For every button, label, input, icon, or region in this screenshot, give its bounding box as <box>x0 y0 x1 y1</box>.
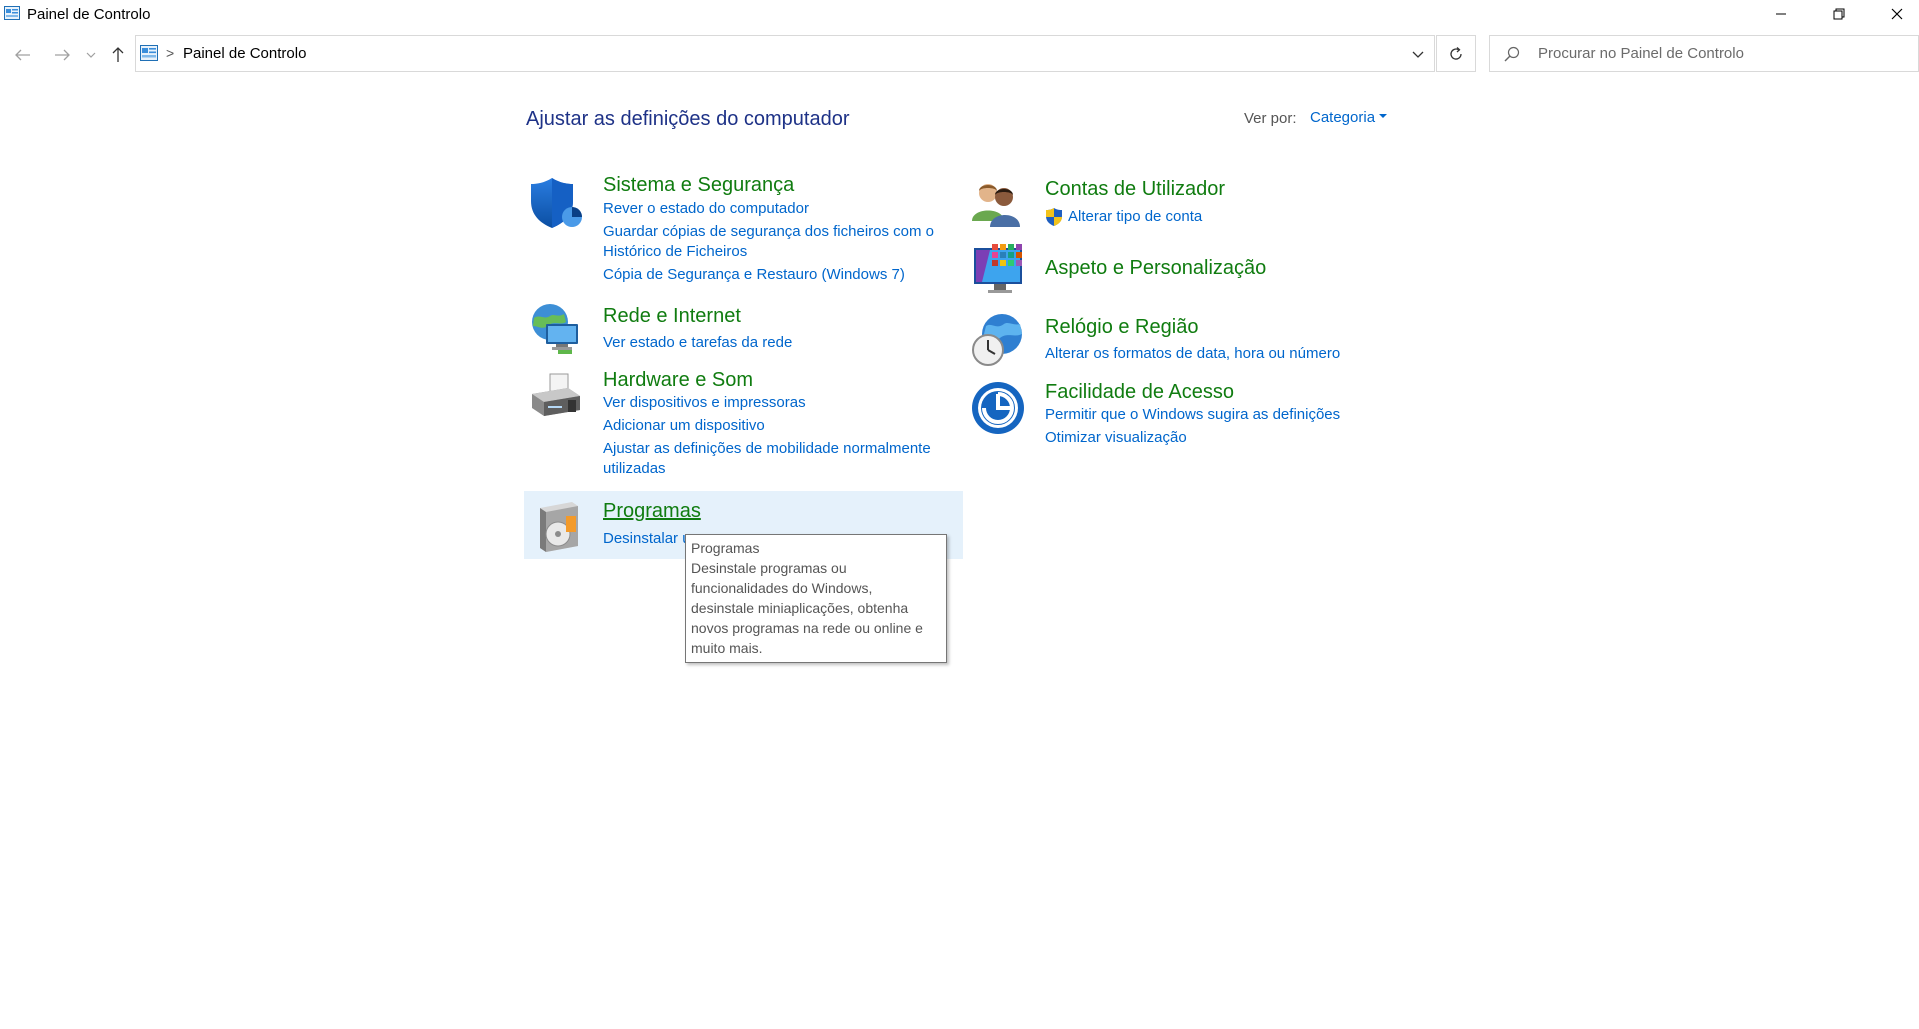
link-windows-suggest-settings[interactable]: Permitir que o Windows sugira as definiç… <box>1045 405 1340 425</box>
view-by-dropdown[interactable]: Categoria <box>1310 109 1388 126</box>
refresh-icon <box>1450 46 1462 60</box>
view-by-label: Ver por: <box>1244 110 1297 127</box>
users-icon <box>972 184 1020 227</box>
address-bar[interactable]: > Painel de Controlo <box>135 35 1435 72</box>
search-icon <box>1504 46 1520 62</box>
back-button[interactable] <box>12 44 34 66</box>
search-input[interactable] <box>1538 36 1908 71</box>
control-panel-icon <box>140 45 158 61</box>
category-clock-region[interactable]: Relógio e Região <box>1045 316 1198 339</box>
up-button[interactable] <box>107 44 129 66</box>
minimize-icon <box>1776 13 1786 15</box>
refresh-button[interactable] <box>1436 35 1476 72</box>
network-globe-icon <box>532 304 578 354</box>
chevron-down-icon <box>1412 51 1424 58</box>
ease-of-access-icon <box>972 382 1024 434</box>
shield-icon <box>531 178 582 228</box>
category-appearance-personalization[interactable]: Aspeto e Personalização <box>1045 257 1266 280</box>
tooltip-line: novos programas na rede ou online e <box>691 620 923 636</box>
link-uninstall-program[interactable]: Desinstalar u <box>603 529 691 549</box>
close-icon <box>1891 8 1903 20</box>
category-ease-of-access[interactable]: Facilidade de Acesso <box>1045 381 1234 404</box>
search-box[interactable] <box>1489 35 1919 72</box>
tooltip-line: funcionalidades do Windows, <box>691 580 873 596</box>
link-view-devices-printers[interactable]: Ver dispositivos e impressoras <box>603 393 806 413</box>
arrow-right-icon <box>55 49 70 61</box>
category-programs[interactable]: Programas <box>603 500 701 523</box>
tooltip-line: Desinstale programas ou <box>691 560 847 576</box>
link-view-network-status[interactable]: Ver estado e tarefas da rede <box>603 333 792 353</box>
tooltip-line: desinstale miniaplicações, obtenha <box>691 600 909 616</box>
link-change-date-time-formats[interactable]: Alterar os formatos de data, hora ou núm… <box>1045 344 1340 364</box>
window-title: Painel de Controlo <box>27 6 151 23</box>
link-review-computer-status[interactable]: Rever o estado do computador <box>603 199 809 219</box>
link-backup-file-history-cont[interactable]: Histórico de Ficheiros <box>603 242 747 262</box>
restore-icon <box>1833 8 1845 20</box>
breadcrumb-control-panel[interactable]: Painel de Controlo <box>183 45 306 62</box>
close-button[interactable] <box>1868 0 1919 28</box>
control-panel-icon <box>4 6 20 20</box>
link-backup-restore-win7[interactable]: Cópia de Segurança e Restauro (Windows 7… <box>603 265 905 285</box>
chevron-down-icon <box>86 52 96 58</box>
title-bar: Painel de Controlo <box>0 0 1919 28</box>
link-add-device[interactable]: Adicionar um dispositivo <box>603 416 765 436</box>
programs-icon <box>540 502 578 552</box>
view-by-value: Categoria <box>1310 109 1376 126</box>
forward-button[interactable] <box>51 44 73 66</box>
address-history-button[interactable] <box>1408 44 1428 64</box>
arrow-left-icon <box>15 49 30 61</box>
category-network-internet[interactable]: Rede e Internet <box>603 305 741 328</box>
clock-globe-icon <box>972 314 1022 366</box>
arrow-up-icon <box>112 47 124 62</box>
link-optimize-display[interactable]: Otimizar visualização <box>1045 428 1187 448</box>
printer-icon <box>532 373 580 416</box>
appearance-icon <box>974 244 1022 293</box>
link-mobility-settings-cont[interactable]: utilizadas <box>603 459 666 479</box>
link-mobility-settings[interactable]: Ajustar as definições de mobilidade norm… <box>603 439 931 459</box>
tooltip-line: muito mais. <box>691 640 763 656</box>
recent-locations-button[interactable] <box>82 44 100 66</box>
category-system-security[interactable]: Sistema e Segurança <box>603 174 794 197</box>
restore-button[interactable] <box>1810 0 1868 28</box>
programs-tooltip: Programas Desinstale programas ou funcio… <box>685 534 947 663</box>
category-user-accounts[interactable]: Contas de Utilizador <box>1045 178 1225 201</box>
minimize-button[interactable] <box>1752 0 1810 28</box>
page-title: Ajustar as definições do computador <box>526 108 850 130</box>
link-change-account-type[interactable]: Alterar tipo de conta <box>1068 207 1202 227</box>
uac-shield-icon <box>1046 208 1062 226</box>
breadcrumb-separator[interactable]: > <box>166 45 174 61</box>
category-hardware-sound[interactable]: Hardware e Som <box>603 369 753 392</box>
link-backup-file-history[interactable]: Guardar cópias de segurança dos ficheiro… <box>603 222 934 242</box>
dropdown-arrow-icon <box>1379 114 1388 119</box>
tooltip-title: Programas <box>691 540 760 556</box>
